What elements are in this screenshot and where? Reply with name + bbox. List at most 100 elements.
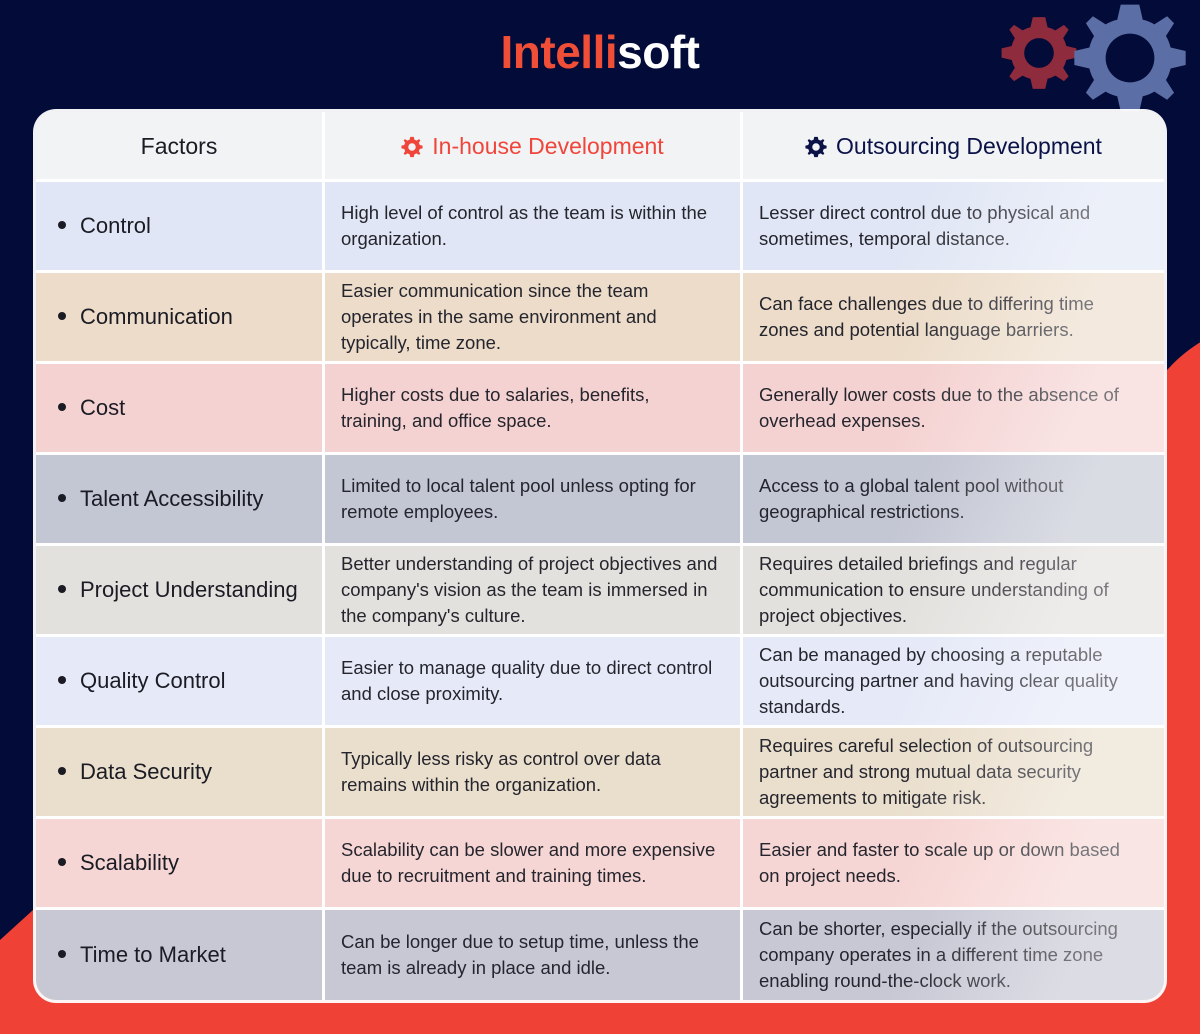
inhouse-description: Can be longer due to setup time, unless … <box>341 930 699 978</box>
bullet-icon <box>58 949 66 958</box>
header-label-outsourcing: Outsourcing Development <box>805 132 1102 160</box>
inhouse-description: Higher costs due to salaries, benefits, … <box>341 383 650 431</box>
inhouse-description: Easier to manage quality due to direct c… <box>341 656 713 704</box>
gear-large-icon <box>1074 4 1186 112</box>
table-row: Control High level of control as the team… <box>36 182 1164 273</box>
factor-wrapper: Quality Control <box>36 667 242 695</box>
factor-label: Scalability <box>80 849 180 875</box>
bullet-icon <box>58 766 66 775</box>
cell-outsourcing: Requires detailed briefings and regular … <box>740 545 1164 634</box>
outsourcing-description: Generally lower costs due to the absence… <box>759 383 1119 431</box>
cell-inhouse: Can be longer due to setup time, unless … <box>322 909 740 1000</box>
outsourcing-description: Can face challenges due to differing tim… <box>759 292 1094 340</box>
bullet-icon <box>58 402 66 411</box>
outsourcing-description: Can be shorter, especially if the outsou… <box>759 917 1118 991</box>
infographic-page: Intellisoft Factors In-house Development… <box>0 0 1200 1034</box>
table-row: Cost Higher costs due to salaries, benefi… <box>36 363 1164 455</box>
outsourcing-description: Requires careful selection of outsourcin… <box>759 734 1094 808</box>
table-row: Talent Accessibility Limited to local tal… <box>36 454 1164 546</box>
cell-factor: Control <box>36 182 322 270</box>
table-row: Project Understanding Better understandin… <box>36 545 1164 637</box>
gears-decoration <box>994 2 1194 112</box>
brand-header: Intellisoft <box>0 0 1200 112</box>
cell-factor: Scalability <box>36 819 322 907</box>
gear-icon <box>805 136 827 157</box>
inhouse-description: Better understanding of project objectiv… <box>341 552 718 626</box>
factor-label: Communication <box>80 303 233 329</box>
table-row: Communication Easier communication since … <box>36 272 1164 364</box>
table-body: Control High level of control as the team… <box>36 182 1164 1000</box>
header-cell-inhouse: In-house Development <box>322 112 740 179</box>
cell-inhouse: Easier to manage quality due to direct c… <box>322 636 740 725</box>
gear-icon <box>401 136 423 157</box>
factor-label: Talent Accessibility <box>80 485 264 511</box>
outsourcing-description: Access to a global talent pool without g… <box>759 474 1064 522</box>
inhouse-description: Typically less risky as control over dat… <box>341 747 661 795</box>
cell-factor: Time to Market <box>36 910 322 1001</box>
inhouse-description: Limited to local talent pool unless opti… <box>341 474 696 522</box>
cell-factor: Cost <box>36 364 322 452</box>
cell-outsourcing: Can face challenges due to differing tim… <box>740 272 1164 361</box>
header-label-factors: Factors <box>140 132 218 159</box>
cell-inhouse: Scalability can be slower and more expen… <box>322 818 740 907</box>
table-header-row: Factors In-house Development Outsourcing… <box>36 112 1164 182</box>
cell-outsourcing: Requires careful selection of outsourcin… <box>740 727 1164 816</box>
cell-outsourcing: Can be shorter, especially if the outsou… <box>740 909 1164 1000</box>
factor-label: Data Security <box>80 758 213 784</box>
bullet-icon <box>58 220 66 229</box>
factor-label: Control <box>80 212 151 238</box>
factor-label: Project Understanding <box>80 576 298 602</box>
cell-inhouse: Limited to local talent pool unless opti… <box>322 454 740 543</box>
header-cell-factors: Factors <box>36 112 322 179</box>
factor-wrapper: Project Understanding <box>36 576 314 604</box>
cell-outsourcing: Access to a global talent pool without g… <box>740 454 1164 543</box>
cell-factor: Quality Control <box>36 637 322 725</box>
outsourcing-description: Requires detailed briefings and regular … <box>759 552 1109 626</box>
table-row: Scalability Scalability can be slower and… <box>36 818 1164 910</box>
outsourcing-description: Lesser direct control due to physical an… <box>759 201 1091 249</box>
bullet-icon <box>58 857 66 866</box>
cell-inhouse: Typically less risky as control over dat… <box>322 727 740 816</box>
factor-wrapper: Time to Market <box>36 941 242 969</box>
bullet-icon <box>58 584 66 593</box>
cell-outsourcing: Easier and faster to scale up or down ba… <box>740 818 1164 907</box>
logo-text-secondary: soft <box>617 26 700 78</box>
inhouse-description: Easier communication since the team oper… <box>341 279 657 353</box>
cell-inhouse: Better understanding of project objectiv… <box>322 545 740 634</box>
decorative-red-bar-bottom <box>0 1000 1200 1034</box>
cell-outsourcing: Generally lower costs due to the absence… <box>740 363 1164 452</box>
header-text-outsourcing: Outsourcing Development <box>836 132 1102 159</box>
logo-text-primary: Intelli <box>500 26 618 78</box>
cell-inhouse: Easier communication since the team oper… <box>322 272 740 361</box>
cell-factor: Project Understanding <box>36 546 322 634</box>
cell-factor: Talent Accessibility <box>36 455 322 543</box>
cell-inhouse: Higher costs due to salaries, benefits, … <box>322 363 740 452</box>
factor-wrapper: Cost <box>36 394 141 422</box>
factor-wrapper: Control <box>36 212 167 240</box>
cell-inhouse: High level of control as the team is wit… <box>322 182 740 270</box>
bullet-icon <box>58 675 66 684</box>
comparison-table-card: Factors In-house Development Outsourcing… <box>36 112 1164 1000</box>
factor-wrapper: Scalability <box>36 849 195 877</box>
factor-wrapper: Data Security <box>36 758 228 786</box>
table-row: Quality Control Easier to manage quality … <box>36 636 1164 728</box>
cell-outsourcing: Lesser direct control due to physical an… <box>740 182 1164 270</box>
cell-factor: Communication <box>36 273 322 361</box>
header-cell-outsourcing: Outsourcing Development <box>740 112 1164 179</box>
factor-label: Cost <box>80 394 126 420</box>
header-text-inhouse: In-house Development <box>432 132 664 159</box>
outsourcing-description: Can be managed by choosing a reputable o… <box>759 643 1118 717</box>
cell-outsourcing: Can be managed by choosing a reputable o… <box>740 636 1164 725</box>
bullet-icon <box>58 311 66 320</box>
factor-wrapper: Talent Accessibility <box>36 485 279 513</box>
table-row: Time to Market Can be longer due to setup… <box>36 909 1164 1001</box>
comparison-table: Factors In-house Development Outsourcing… <box>36 112 1164 1000</box>
outsourcing-description: Easier and faster to scale up or down ba… <box>759 838 1120 886</box>
header-label-inhouse: In-house Development <box>401 132 664 160</box>
factor-label: Quality Control <box>80 667 226 693</box>
inhouse-description: Scalability can be slower and more expen… <box>341 838 716 886</box>
factor-label: Time to Market <box>80 941 226 967</box>
factor-wrapper: Communication <box>36 303 249 331</box>
inhouse-description: High level of control as the team is wit… <box>341 201 708 249</box>
bullet-icon <box>58 493 66 502</box>
